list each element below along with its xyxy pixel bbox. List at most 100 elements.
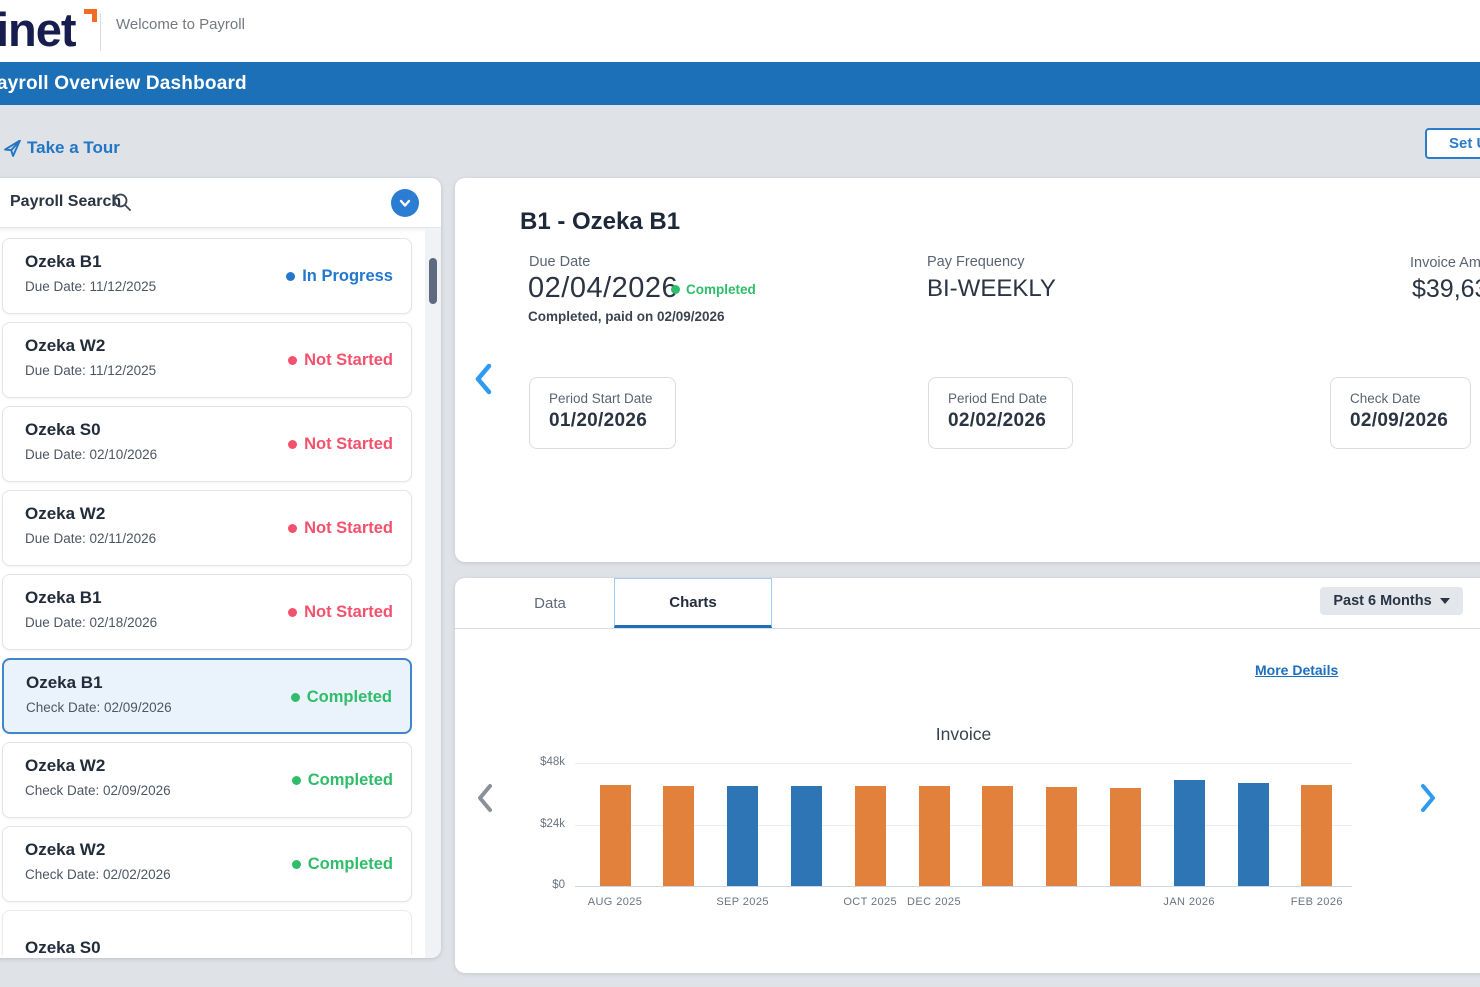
invoice-bar (1174, 780, 1205, 886)
check-date-card: Check Date 02/09/2026 (1330, 377, 1471, 449)
status-label: Not Started (304, 603, 393, 622)
payroll-name: Ozeka B1 (25, 252, 102, 272)
payroll-date: Due Date: 02/11/2026 (25, 531, 156, 546)
invoice-bar (600, 785, 631, 886)
pay-frequency-value: BI-WEEKLY (927, 275, 1056, 303)
status-badge: Not Started (288, 519, 393, 538)
status-label: Completed (307, 688, 392, 707)
y-axis-tick: $24k (503, 818, 565, 830)
detail-title: B1 - Ozeka B1 (520, 208, 680, 236)
chevron-right-icon (1418, 801, 1438, 816)
invoice-amount-value: $39,63 (1412, 275, 1480, 304)
payroll-name: Ozeka W2 (25, 756, 105, 776)
payroll-search-title: Payroll Search (10, 193, 121, 211)
period-end-card: Period End Date 02/02/2026 (928, 377, 1073, 449)
due-note: Completed, paid on 02/09/2026 (528, 309, 725, 324)
invoice-bar (791, 786, 822, 886)
invoice-amount-label: Invoice Am (1410, 255, 1480, 271)
x-axis-tick: SEP 2025 (698, 896, 788, 908)
logo-bracket-icon (84, 9, 97, 22)
list-item[interactable]: Ozeka W2 Due Date: 11/12/2025 Not Starte… (2, 322, 412, 398)
invoice-bar (1301, 785, 1332, 886)
y-axis-tick: $0 (503, 879, 565, 891)
list-item[interactable]: Ozeka B1 Check Date: 02/09/2026 Complete… (2, 658, 412, 734)
payroll-name: Ozeka W2 (25, 504, 105, 524)
take-a-tour-link[interactable]: Take a Tour (4, 138, 120, 158)
invoice-bar (1238, 783, 1269, 886)
status-badge: Not Started (288, 603, 393, 622)
completed-dot-icon (671, 285, 680, 294)
list-item[interactable]: Ozeka W2 Check Date: 02/09/2026 Complete… (2, 742, 412, 818)
company-logo: inet (0, 2, 76, 57)
chevron-left-icon (475, 801, 495, 816)
payroll-date: Check Date: 02/02/2026 (25, 867, 171, 882)
status-badge: Completed (291, 688, 392, 707)
status-dot-icon (292, 860, 301, 869)
chart-scroll-right-button[interactable] (1418, 783, 1438, 813)
set-up-button[interactable]: Set U (1425, 128, 1480, 159)
paper-plane-icon (4, 140, 21, 157)
payroll-detail-card: B1 - Ozeka B1 Due Date 02/04/2026 Comple… (455, 178, 1480, 562)
due-status-badge: Completed (671, 282, 756, 297)
search-icon[interactable] (112, 192, 132, 217)
status-label: Completed (308, 855, 393, 874)
status-label: Not Started (304, 351, 393, 370)
list-item[interactable]: Ozeka S0 Due Date: 02/10/2026 Not Starte… (2, 406, 412, 482)
invoice-bar (1110, 788, 1141, 886)
list-item[interactable]: Ozeka S0 (2, 910, 412, 955)
x-axis-tick: DEC 2025 (889, 896, 979, 908)
period-start-value: 01/20/2026 (549, 410, 675, 432)
welcome-text: Welcome to Payroll (116, 16, 245, 33)
status-label: Not Started (304, 435, 393, 454)
list-item[interactable]: Ozeka B1 Due Date: 02/18/2026 Not Starte… (2, 574, 412, 650)
list-scrollbar-track[interactable] (425, 229, 441, 958)
chevron-left-icon (473, 383, 495, 398)
chevron-down-icon (398, 196, 412, 210)
payroll-date: Due Date: 02/10/2026 (25, 447, 157, 462)
status-dot-icon (288, 440, 297, 449)
due-date-label: Due Date (529, 254, 590, 270)
payroll-search-panel: Payroll Search Ozeka B1 Due Date: 11/12/… (0, 178, 441, 958)
payroll-name: Ozeka B1 (26, 673, 103, 693)
list-item[interactable]: Ozeka B1 Due Date: 11/12/2025 In Progres… (2, 238, 412, 314)
status-badge: Completed (292, 771, 393, 790)
x-axis-tick: FEB 2026 (1272, 896, 1362, 908)
collapse-panel-button[interactable] (391, 189, 419, 217)
status-label: Not Started (304, 519, 393, 538)
period-start-label: Period Start Date (549, 391, 675, 406)
gridline (575, 763, 1352, 764)
status-dot-icon (288, 608, 297, 617)
payroll-date: Check Date: 02/09/2026 (26, 700, 172, 715)
header-divider (100, 13, 101, 51)
invoice-bar (727, 786, 758, 886)
invoice-bar (855, 786, 886, 886)
take-a-tour-label: Take a Tour (27, 138, 120, 158)
status-badge: In Progress (286, 267, 393, 286)
x-axis-tick: JAN 2026 (1144, 896, 1234, 908)
previous-payroll-button[interactable] (473, 363, 495, 395)
payroll-search-header: Payroll Search (0, 178, 441, 228)
status-label: In Progress (302, 267, 393, 286)
chart-card: Data Charts Past 6 Months More Details I… (455, 578, 1480, 973)
period-start-card: Period Start Date 01/20/2026 (529, 377, 676, 449)
gridline (575, 886, 1352, 887)
chart-plot: $0$24k$48kAUG 2025SEP 2025OCT 2025DEC 20… (455, 578, 1480, 973)
status-label: Completed (308, 771, 393, 790)
payroll-name: Ozeka S0 (25, 420, 101, 440)
payroll-list: Ozeka B1 Due Date: 11/12/2025 In Progres… (0, 229, 425, 955)
payroll-date: Due Date: 11/12/2025 (25, 363, 156, 378)
chart-scroll-left-button[interactable] (475, 783, 495, 813)
status-dot-icon (288, 356, 297, 365)
due-status-label: Completed (686, 282, 756, 297)
list-scrollbar-thumb[interactable] (429, 258, 437, 304)
status-badge: Completed (292, 855, 393, 874)
check-date-value: 02/09/2026 (1350, 410, 1470, 432)
list-item[interactable]: Ozeka W2 Check Date: 02/02/2026 Complete… (2, 826, 412, 902)
status-dot-icon (292, 776, 301, 785)
status-dot-icon (286, 272, 295, 281)
payroll-date: Check Date: 02/09/2026 (25, 783, 171, 798)
x-axis-tick: AUG 2025 (570, 896, 660, 908)
list-item[interactable]: Ozeka W2 Due Date: 02/11/2026 Not Starte… (2, 490, 412, 566)
payroll-name: Ozeka B1 (25, 588, 102, 608)
status-dot-icon (291, 693, 300, 702)
